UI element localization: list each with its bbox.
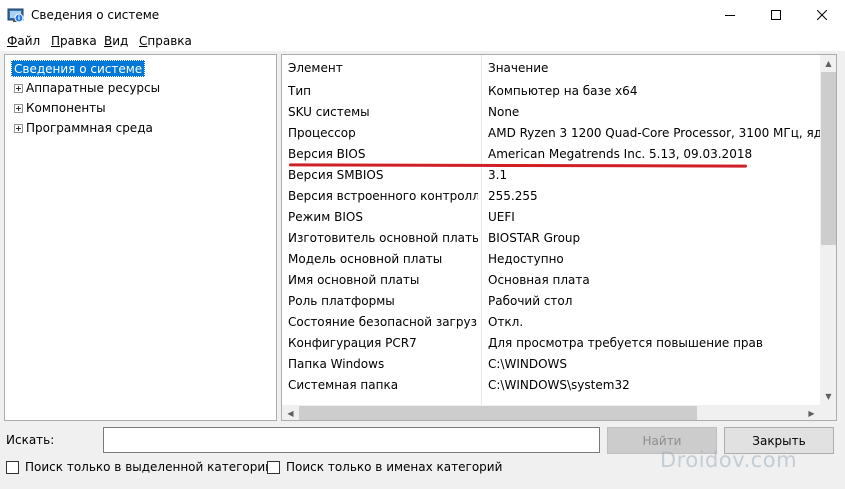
column-header-value[interactable]: Значение bbox=[482, 55, 548, 82]
tree-item-system-summary[interactable]: Сведения о системе bbox=[11, 60, 146, 77]
checkbox-box[interactable] bbox=[267, 460, 280, 474]
close-icon bbox=[816, 9, 828, 23]
row-item-name: Системная папка bbox=[288, 378, 399, 392]
row-item-name: Процессор bbox=[288, 126, 356, 140]
table-row[interactable]: SKU системы None bbox=[282, 103, 820, 124]
vertical-scrollbar[interactable]: ▲ ▼ bbox=[820, 55, 836, 405]
category-tree[interactable]: Сведения о системе Аппаратные ресурсы Ко… bbox=[4, 54, 277, 421]
horizontal-scrollbar[interactable]: ◀ ▶ bbox=[282, 405, 820, 420]
menu-bar: Файл Правка Вид Справка bbox=[0, 31, 845, 51]
table-row[interactable]: Папка Windows C:\WINDOWS bbox=[282, 355, 820, 376]
row-item-value: 255.255 bbox=[488, 189, 538, 203]
row-item-name: Версия BIOS bbox=[288, 147, 366, 161]
minimize-button[interactable] bbox=[707, 0, 753, 31]
menu-view[interactable]: Вид bbox=[104, 34, 128, 48]
row-item-name: Роль платформы bbox=[288, 294, 395, 308]
table-row[interactable]: Состояние безопасной загруз... Откл. bbox=[282, 313, 820, 334]
row-item-name: Папка Windows bbox=[288, 357, 385, 371]
row-item-name: Модель основной платы bbox=[288, 252, 443, 266]
row-item-name: Режим BIOS bbox=[288, 210, 363, 224]
scroll-left-icon[interactable]: ◀ bbox=[282, 405, 299, 420]
system-info-icon bbox=[7, 7, 24, 24]
row-item-value: None bbox=[488, 105, 520, 119]
row-item-name: SKU системы bbox=[288, 105, 370, 119]
table-row[interactable]: Конфигурация PCR7 Для просмотра требуется… bbox=[282, 334, 820, 355]
row-item-value: C:\WINDOWS bbox=[488, 357, 568, 371]
row-item-value: Откл. bbox=[488, 315, 524, 329]
table-row[interactable]: Модель основной платы Недоступно bbox=[282, 250, 820, 271]
checkbox-box[interactable] bbox=[6, 460, 19, 474]
row-item-name: Изготовитель основной платы bbox=[288, 231, 478, 245]
row-item-name: Имя основной платы bbox=[288, 273, 420, 287]
menu-file[interactable]: Файл bbox=[7, 34, 40, 48]
close-window-button[interactable] bbox=[799, 0, 845, 31]
checkbox-search-selected-category[interactable]: Поиск только в выделенной категории bbox=[6, 460, 273, 474]
row-item-name: Конфигурация PCR7 bbox=[288, 336, 417, 350]
expand-plus-icon[interactable] bbox=[14, 84, 23, 93]
table-row[interactable]: Системная папка C:\WINDOWS\system32 bbox=[282, 376, 820, 397]
menu-edit[interactable]: Правка bbox=[51, 34, 97, 48]
scroll-up-icon[interactable]: ▲ bbox=[820, 55, 836, 72]
menu-help[interactable]: Справка bbox=[139, 34, 192, 48]
window-title: Сведения о системе bbox=[31, 8, 160, 22]
scroll-down-icon[interactable]: ▼ bbox=[820, 388, 836, 405]
table-row[interactable]: Роль платформы Рабочий стол bbox=[282, 292, 820, 313]
search-input[interactable] bbox=[103, 427, 600, 453]
row-item-value: Для просмотра требуется повышение прав bbox=[488, 336, 763, 350]
table-row[interactable]: Режим BIOS UEFI bbox=[282, 208, 820, 229]
row-item-value: AMD Ryzen 3 1200 Quad-Core Processor, 31… bbox=[488, 126, 820, 140]
row-item-value: Основная плата bbox=[488, 273, 590, 287]
maximize-icon bbox=[771, 9, 781, 23]
column-header-item[interactable]: Элемент bbox=[282, 55, 343, 82]
row-item-name: Версия SMBIOS bbox=[288, 168, 384, 182]
table-row[interactable]: Версия встроенного контролл... 255.255 bbox=[282, 187, 820, 208]
details-list[interactable]: Элемент Значение Тип Компьютер на базе x6… bbox=[281, 54, 837, 421]
list-header: Элемент Значение bbox=[282, 55, 820, 82]
row-item-value: BIOSTAR Group bbox=[488, 231, 581, 245]
expand-plus-icon[interactable] bbox=[14, 124, 23, 133]
title-bar: Сведения о системе bbox=[0, 0, 845, 31]
row-item-value: Рабочий стол bbox=[488, 294, 573, 308]
watermark: Droidov.com bbox=[660, 448, 798, 472]
row-item-name: Тип bbox=[288, 84, 311, 98]
row-item-name: Версия встроенного контролл... bbox=[288, 189, 478, 203]
row-item-name: Состояние безопасной загруз... bbox=[288, 315, 478, 329]
table-row[interactable]: Имя основной платы Основная плата bbox=[282, 271, 820, 292]
table-row[interactable]: Тип Компьютер на базе x64 bbox=[282, 82, 820, 103]
row-item-value: C:\WINDOWS\system32 bbox=[488, 378, 630, 392]
maximize-button[interactable] bbox=[753, 0, 799, 31]
row-item-value: UEFI bbox=[488, 210, 515, 224]
table-row[interactable]: Процессор AMD Ryzen 3 1200 Quad-Core Proc… bbox=[282, 124, 820, 145]
row-item-value: Компьютер на базе x64 bbox=[488, 84, 638, 98]
horizontal-scroll-thumb[interactable] bbox=[299, 406, 697, 420]
search-label: Искать: bbox=[6, 433, 55, 447]
vertical-scroll-thumb[interactable] bbox=[821, 72, 836, 245]
row-item-value: Недоступно bbox=[488, 252, 564, 266]
expand-plus-icon[interactable] bbox=[14, 104, 23, 113]
scroll-right-icon[interactable]: ▶ bbox=[803, 405, 820, 420]
scrollbar-corner bbox=[820, 405, 836, 420]
table-row[interactable]: Версия SMBIOS 3.1 bbox=[282, 166, 820, 187]
row-item-value: American Megatrends Inc. 5.13, 09.03.201… bbox=[488, 147, 753, 161]
table-row[interactable]: Изготовитель основной платы BIOSTAR Group bbox=[282, 229, 820, 250]
row-item-value: 3.1 bbox=[488, 168, 508, 182]
checkbox-search-category-names[interactable]: Поиск только в именах категорий bbox=[267, 460, 502, 474]
minimize-icon bbox=[725, 9, 735, 23]
